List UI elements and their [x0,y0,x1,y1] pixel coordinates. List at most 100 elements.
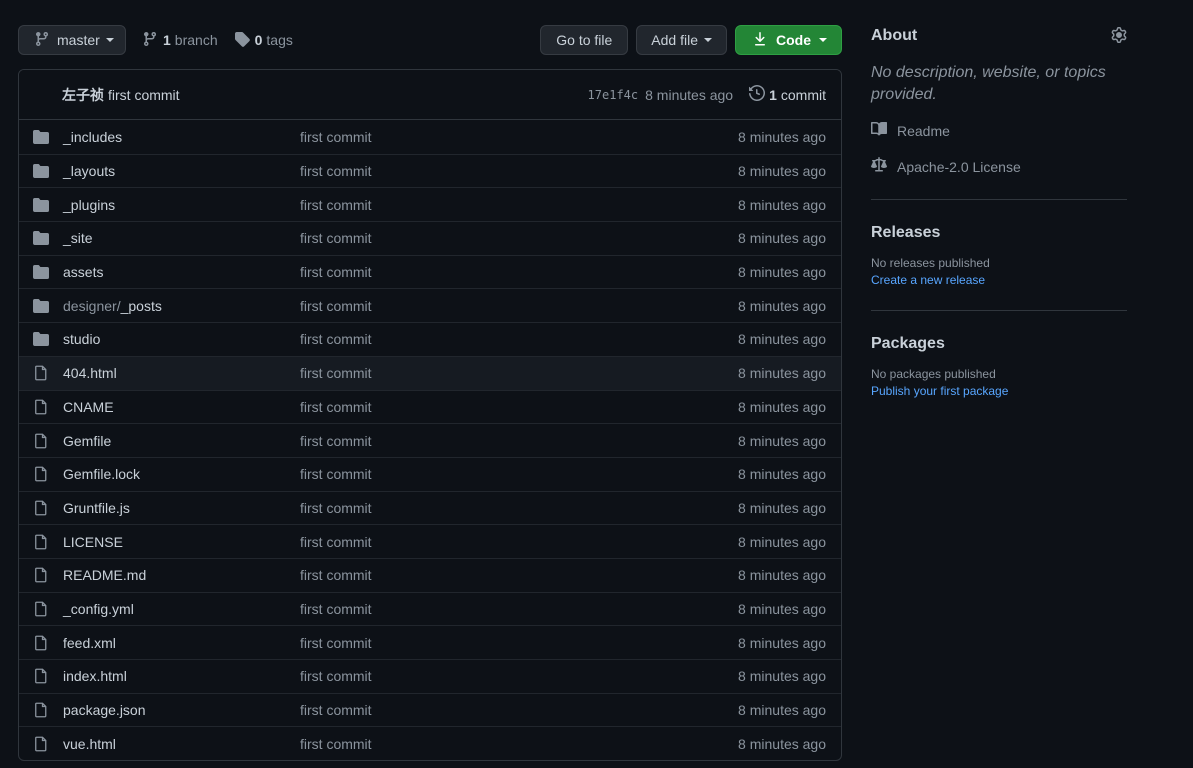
add-file-label: Add file [651,32,698,48]
file-row[interactable]: LICENSE first commit 8 minutes ago [19,524,841,558]
packages-title[interactable]: Packages [871,335,1127,353]
folder-icon-svg [33,231,49,246]
file-row[interactable]: designer/_posts first commit 8 minutes ago [19,288,841,322]
file-name: README.md [63,567,147,584]
gear-icon[interactable] [1111,26,1127,46]
commit-author[interactable]: 左子祯 [62,85,104,105]
file-commit-message[interactable]: first commit [300,365,738,381]
file-row[interactable]: Gemfile first commit 8 minutes ago [19,423,841,457]
file-row[interactable]: _includes first commit 8 minutes ago [19,120,841,154]
readme-link[interactable]: Readme [871,121,1127,140]
file-name-link[interactable]: designer/_posts [63,298,300,314]
file-name-link[interactable]: feed.xml [63,635,300,651]
tag-word: tags [266,32,293,48]
file-name: Gemfile [63,432,112,449]
commit-sha[interactable]: 17e1f4c [588,88,639,102]
file-icon-svg [35,702,47,718]
file-name-link[interactable]: Gemfile.lock [63,466,300,482]
file-row[interactable]: Gruntfile.js first commit 8 minutes ago [19,490,841,525]
file-name-link[interactable]: README.md [63,567,300,583]
file-name: Gruntfile.js [63,499,130,516]
code-button[interactable]: Code [735,25,842,55]
file-commit-age: 8 minutes ago [738,331,826,348]
go-to-file-button[interactable]: Go to file [540,25,629,55]
file-list: _includes first commit 8 minutes ago _layou… [19,120,841,760]
file-commit-message[interactable]: first commit [300,399,738,415]
file-row[interactable]: _layouts first commit 8 minutes ago [19,153,841,188]
file-row[interactable]: assets first commit 8 minutes ago [19,254,841,289]
file-row[interactable]: _site first commit 8 minutes ago [19,221,841,255]
file-row[interactable]: package.json first commit 8 minutes ago [19,692,841,727]
publish-package-link[interactable]: Publish your first package [871,384,1127,398]
file-commit-message[interactable]: first commit [300,635,738,651]
file-commit-age: 8 minutes ago [738,196,826,213]
releases-title[interactable]: Releases [871,224,1127,242]
branch-select-button[interactable]: master [18,25,126,55]
file-name-link[interactable]: CNAME [63,399,300,415]
file-commit-age: 8 minutes ago [738,533,826,550]
file-commit-message[interactable]: first commit [300,500,738,516]
file-row[interactable]: Gemfile.lock first commit 8 minutes ago [19,456,841,491]
file-name: 404.html [63,365,117,382]
commit-message[interactable]: first commit [108,87,180,103]
file-commit-message[interactable]: first commit [300,331,738,347]
branches-link[interactable]: 1 branch [142,31,218,50]
file-commit-age: 8 minutes ago [738,634,826,651]
file-name-link[interactable]: vue.html [63,736,300,752]
file-row[interactable]: README.md first commit 8 minutes ago [19,557,841,592]
file-icon-svg [35,433,47,448]
file-name-link[interactable]: 404.html [63,365,300,381]
file-commit-message[interactable]: first commit [300,601,738,617]
file-name: assets [63,264,104,281]
file-row[interactable]: 404.html first commit 8 minutes ago [19,355,841,390]
file-name-link[interactable]: package.json [63,702,300,718]
file-commit-message[interactable]: first commit [300,433,738,449]
chevron-down-icon [819,38,827,42]
file-name-link[interactable]: LICENSE [63,534,300,550]
file-commit-message[interactable]: first commit [300,264,738,280]
file-name-link[interactable]: studio [63,331,300,347]
file-name-link[interactable]: Gemfile [63,433,300,449]
file-commit-message[interactable]: first commit [300,736,738,752]
file-name-link[interactable]: index.html [63,668,300,684]
file-name: _plugins [63,196,116,213]
file-row[interactable]: studio first commit 8 minutes ago [19,322,841,356]
file-commit-message[interactable]: first commit [300,298,738,314]
license-link[interactable]: Apache-2.0 License [871,157,1127,176]
file-row[interactable]: index.html first commit 8 minutes ago [19,659,841,693]
commits-link[interactable]: 1 commit [749,84,826,104]
add-file-button[interactable]: Add file [636,25,727,55]
file-name-link[interactable]: _includes [63,129,300,145]
file-row[interactable]: vue.html first commit 8 minutes ago [19,726,841,760]
file-name-link[interactable]: Gruntfile.js [63,500,300,516]
file-icon-svg [35,567,47,583]
file-commit-message[interactable]: first commit [300,129,738,145]
file-row[interactable]: feed.xml first commit 8 minutes ago [19,625,841,659]
file-name-link[interactable]: _config.yml [63,601,300,617]
file-commit-message[interactable]: first commit [300,567,738,583]
tags-link[interactable]: 0 tags [234,31,293,50]
file-icon-svg [35,500,47,516]
file-row[interactable]: _plugins first commit 8 minutes ago [19,187,841,221]
file-commit-message[interactable]: first commit [300,534,738,550]
file-name-link[interactable]: _plugins [63,197,300,213]
book-icon [871,121,897,140]
create-release-link[interactable]: Create a new release [871,273,1127,287]
tag-count: 0 [254,32,263,48]
file-commit-message[interactable]: first commit [300,702,738,718]
file-icon [33,601,49,617]
file-commit-message[interactable]: first commit [300,668,738,684]
file-name-link[interactable]: _layouts [63,163,300,179]
folder-icon-svg [33,265,49,280]
file-name-link[interactable]: _site [63,230,300,246]
file-row[interactable]: CNAME first commit 8 minutes ago [19,389,841,424]
file-name-link[interactable]: assets [63,264,300,280]
readme-label: Readme [897,122,950,139]
file-commit-age: 8 minutes ago [738,466,826,483]
file-commit-message[interactable]: first commit [300,466,738,482]
file-commit-message[interactable]: first commit [300,230,738,246]
file-row[interactable]: _config.yml first commit 8 minutes ago [19,591,841,626]
file-icon-svg [35,736,47,752]
file-commit-message[interactable]: first commit [300,163,738,179]
file-commit-message[interactable]: first commit [300,197,738,213]
